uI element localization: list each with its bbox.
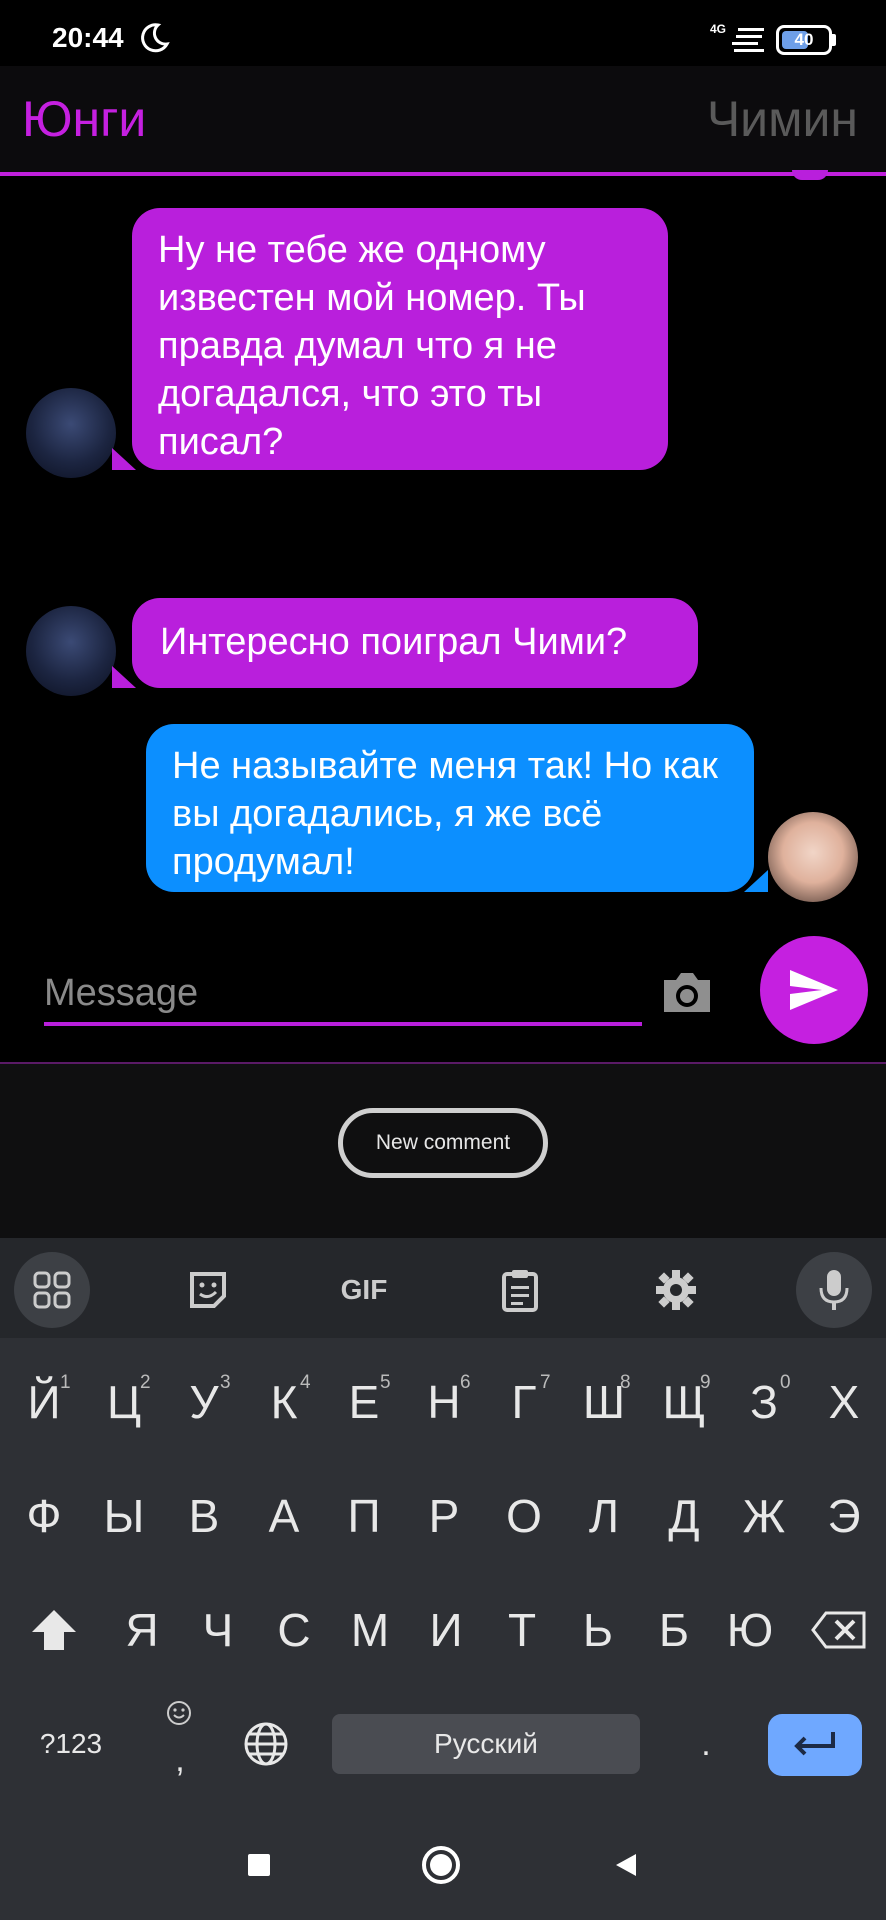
key[interactable]: Р: [404, 1466, 484, 1566]
status-time: 20:44: [52, 22, 124, 53]
key[interactable]: Б: [634, 1580, 714, 1680]
key-hint: 6: [460, 1372, 471, 1393]
new-comment-button[interactable]: New comment: [338, 1108, 548, 1178]
space-key[interactable]: Русский: [332, 1714, 640, 1774]
partial-bubble: [792, 170, 828, 180]
key[interactable]: Ы: [84, 1466, 164, 1566]
key[interactable]: В: [164, 1466, 244, 1566]
key-hint: 3: [220, 1372, 231, 1393]
emoji-icon: [167, 1701, 191, 1725]
key[interactable]: И: [406, 1580, 486, 1680]
key[interactable]: Ч: [178, 1580, 258, 1680]
symbols-key[interactable]: ?123: [26, 1694, 116, 1794]
keyboard-toolbar: [0, 1238, 886, 1338]
message-bubble[interactable]: Интересно поиграл Чими?: [132, 598, 698, 688]
key-hint: 2: [140, 1372, 151, 1393]
settings-icon[interactable]: [638, 1252, 714, 1328]
key[interactable]: У: [164, 1352, 244, 1452]
key[interactable]: Ф: [4, 1466, 84, 1566]
avatar-jimin[interactable]: [768, 812, 858, 902]
key[interactable]: Ц: [84, 1352, 164, 1452]
bubble-tail: [112, 448, 136, 470]
comma-label: ,: [175, 1740, 185, 1779]
battery-cap: [832, 34, 836, 46]
backspace-key[interactable]: [794, 1580, 884, 1680]
key[interactable]: Ж: [724, 1466, 804, 1566]
sticker-icon[interactable]: [170, 1252, 246, 1328]
battery-icon: 40: [776, 25, 832, 55]
key[interactable]: П: [324, 1466, 404, 1566]
key-hint: 9: [700, 1372, 711, 1393]
network-type: 4G: [710, 22, 727, 36]
key[interactable]: Л: [564, 1466, 644, 1566]
send-icon: [790, 970, 838, 1010]
key[interactable]: К: [244, 1352, 324, 1452]
key[interactable]: Ю: [710, 1580, 790, 1680]
globe-icon[interactable]: [226, 1694, 306, 1794]
message-input[interactable]: [44, 968, 644, 1018]
key[interactable]: Г: [484, 1352, 564, 1452]
key-hint: 8: [620, 1372, 631, 1393]
moon-icon: [141, 23, 170, 53]
key[interactable]: Н: [404, 1352, 484, 1452]
apps-icon[interactable]: [14, 1252, 90, 1328]
key[interactable]: Е: [324, 1352, 404, 1452]
shift-key[interactable]: [14, 1580, 94, 1680]
battery-level: 40: [794, 30, 814, 49]
key[interactable]: З: [724, 1352, 804, 1452]
gif-button[interactable]: GIF: [326, 1252, 402, 1328]
enter-icon: [794, 1732, 835, 1756]
left-character-name[interactable]: Юнги: [22, 90, 146, 148]
right-character-name[interactable]: Чимин: [707, 90, 858, 148]
key[interactable]: М: [330, 1580, 410, 1680]
avatar-yoongi[interactable]: [26, 388, 116, 478]
emoji-comma-key[interactable]: ,: [150, 1694, 210, 1794]
key[interactable]: А: [244, 1466, 324, 1566]
send-button[interactable]: [760, 936, 868, 1044]
chat-header: Юнги Чимин: [0, 66, 886, 176]
signal-icon: [732, 28, 764, 52]
mic-icon[interactable]: [796, 1252, 872, 1328]
bubble-tail: [744, 870, 768, 892]
key[interactable]: Т: [482, 1580, 562, 1680]
avatar-yoongi[interactable]: [26, 606, 116, 696]
key-hint: 0: [780, 1372, 791, 1393]
bubble-tail: [112, 666, 136, 688]
key[interactable]: С: [254, 1580, 334, 1680]
back-icon[interactable]: [614, 1852, 638, 1878]
key[interactable]: Д: [644, 1466, 724, 1566]
key[interactable]: Э: [804, 1466, 884, 1566]
enter-key[interactable]: [768, 1714, 862, 1776]
key-hint: 1: [60, 1372, 71, 1393]
message-bubble[interactable]: Ну не тебе же одному известен мой номер.…: [132, 208, 668, 470]
camera-icon[interactable]: [660, 970, 714, 1014]
recent-apps-icon[interactable]: [248, 1854, 270, 1876]
message-bubble[interactable]: Не называйте меня так! Но как вы догадал…: [146, 724, 754, 892]
key-hint: 5: [380, 1372, 391, 1393]
key-hint: 7: [540, 1372, 551, 1393]
home-icon[interactable]: [422, 1846, 460, 1884]
key[interactable]: Я: [102, 1580, 182, 1680]
key[interactable]: Щ: [644, 1352, 724, 1452]
input-underline: [44, 1022, 642, 1026]
key-hint: 4: [300, 1372, 311, 1393]
key[interactable]: О: [484, 1466, 564, 1566]
key[interactable]: Х: [804, 1352, 884, 1452]
period-key[interactable]: .: [666, 1694, 746, 1794]
clipboard-icon[interactable]: [482, 1252, 558, 1328]
key[interactable]: Й: [4, 1352, 84, 1452]
key[interactable]: Ш: [564, 1352, 644, 1452]
key[interactable]: Ь: [558, 1580, 638, 1680]
